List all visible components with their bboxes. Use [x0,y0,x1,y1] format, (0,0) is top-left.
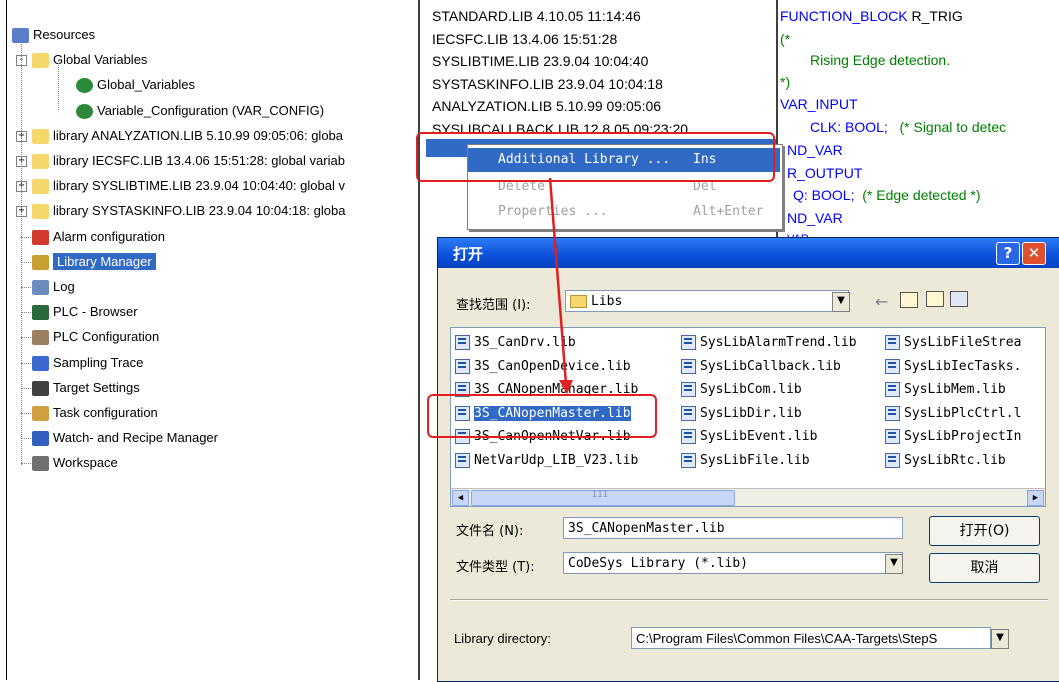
arrow-shaft [548,177,568,385]
annotation-arrow [548,177,573,394]
arrow-head [559,380,573,394]
